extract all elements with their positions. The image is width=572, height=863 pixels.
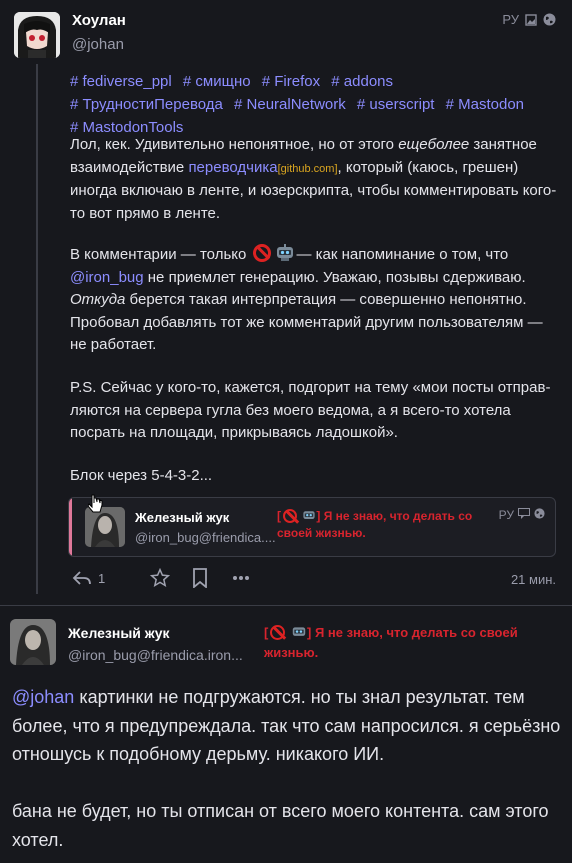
text: бана не будет, но ты отписан от всего мо… <box>12 801 549 850</box>
bookmark-icon <box>193 568 207 588</box>
reply-post: Железный жук @iron_bug@friendica.iron...… <box>0 607 572 863</box>
language-label: РУ <box>498 508 514 522</box>
hashtag[interactable]: # Firefox <box>262 73 320 90</box>
reply-body: @johan картинки не подгружаются. но ты з… <box>12 683 562 854</box>
no-entry-icon <box>283 509 297 523</box>
reply-author-handle[interactable]: @iron_bug@friendica.iron... <box>68 647 243 663</box>
star-icon <box>150 568 170 588</box>
more-icon <box>233 576 249 580</box>
reply-count: 1 <box>98 570 106 586</box>
bookmark-button[interactable] <box>192 568 232 588</box>
quote-author-name[interactable]: Железный жук <box>135 510 229 525</box>
text: берется такая интерпретация — совершенно… <box>70 291 543 353</box>
text: В комментарии — только <box>70 246 251 263</box>
quote-icon <box>518 508 530 522</box>
hashtag-list: # fediverse_ppl # смищно # Firefox # add… <box>70 70 556 139</box>
reply-button[interactable]: 1 <box>72 570 150 586</box>
reply-icon <box>72 571 91 585</box>
no-entry-icon <box>270 625 286 640</box>
post-timestamp[interactable]: 21 мин. <box>511 572 556 587</box>
quote-author-bio: [ ] Я не знаю, что делать со своей жизнь… <box>277 509 473 540</box>
quote-author-handle[interactable]: @iron_bug@friendica.... <box>135 530 276 545</box>
emphasis-text: ещеболее <box>398 136 470 153</box>
quoted-reply-card[interactable]: Железный жук @iron_bug@friendica.... [ ]… <box>68 497 556 557</box>
mention-johan[interactable]: @johan <box>12 687 74 707</box>
robot-icon <box>303 511 315 519</box>
emphasis-text: Откуда <box>70 291 126 308</box>
author-name[interactable]: Хоулан <box>72 12 126 29</box>
favourite-button[interactable] <box>150 568 192 588</box>
hashtag[interactable]: # Mastodon <box>446 96 524 113</box>
reply-author-name[interactable]: Железный жук <box>68 625 170 641</box>
translator-link[interactable]: переводчика <box>188 159 277 176</box>
hashtag[interactable]: # fediverse_ppl <box>70 73 172 90</box>
reply-author-bio: [ ] Я не знаю, что делать со своей жизнь… <box>264 625 518 660</box>
post-meta: РУ <box>502 12 556 27</box>
thread-line <box>36 64 38 594</box>
author-handle[interactable]: @johan <box>72 36 124 53</box>
post-paragraph-3: P.S. Сейчас у кого-то, кажется, подгорит… <box>70 379 551 441</box>
globe-icon[interactable] <box>543 13 556 26</box>
post-paragraph-4: Блок через 5-4-3-2... <box>70 467 213 484</box>
hashtag[interactable]: # userscript <box>357 96 435 113</box>
mouse-cursor-icon <box>88 494 103 513</box>
more-button[interactable] <box>232 575 250 581</box>
globe-icon[interactable] <box>534 508 545 522</box>
image-icon <box>525 13 537 26</box>
post-actions: 1 <box>72 568 250 588</box>
mention-iron-bug[interactable]: @iron_bug <box>70 269 144 286</box>
reply-avatar[interactable] <box>10 619 56 665</box>
hashtag[interactable]: # NeuralNetwork <box>234 96 346 113</box>
robot-icon <box>292 627 306 636</box>
hashtag[interactable]: # ТрудностиПеревода <box>70 96 223 113</box>
hashtag[interactable]: # addons <box>331 73 393 90</box>
robot-icon <box>276 244 293 261</box>
post-paragraph-2: В комментарии — только — как напоминание… <box>70 244 560 357</box>
hashtag[interactable]: # смищно <box>183 73 251 90</box>
no-entry-icon <box>252 244 271 262</box>
post-paragraph-1: Лол, кек. Удивительно непонятное, но от … <box>70 134 560 225</box>
author-avatar[interactable] <box>14 12 60 58</box>
text: не приемлет генерацию. Уважаю, позывы сд… <box>143 268 526 286</box>
text: — как напоминание о том, что <box>296 246 509 263</box>
quote-accent-bar <box>69 498 72 556</box>
post: Хоулан @johan РУ # fediverse_ppl # смищн… <box>0 0 572 606</box>
text: картинки не подгружаются. но ты знал рез… <box>12 687 561 764</box>
github-link[interactable]: [github.com] <box>278 163 338 175</box>
quote-meta: РУ <box>499 508 545 522</box>
text: Лол, кек. Удивительно непонятное, но от … <box>70 136 399 153</box>
language-label: РУ <box>502 12 519 27</box>
